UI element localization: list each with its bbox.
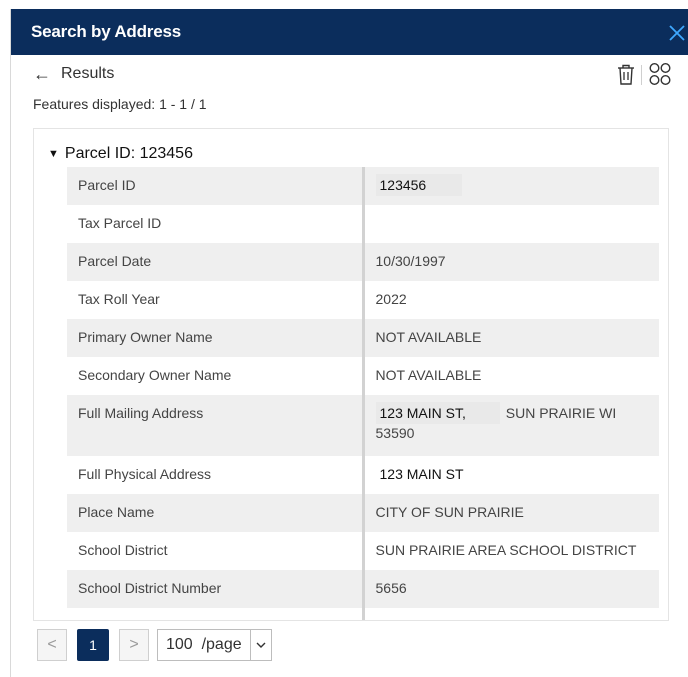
attribute-value: 123 MAIN ST, SUN PRAIRIE WI 53590 bbox=[361, 395, 659, 456]
mailing-address-zip: 53590 bbox=[375, 425, 415, 441]
attribute-value-text: 123 MAIN ST bbox=[375, 463, 494, 485]
table-row: Parcel ID 123456 bbox=[67, 167, 659, 205]
back-to-results-button[interactable]: ← Results bbox=[33, 63, 114, 85]
attribute-key: Tax Roll Year bbox=[78, 291, 160, 307]
panel-header: Search by Address bbox=[11, 9, 688, 55]
grid-view-icon[interactable] bbox=[648, 61, 672, 87]
attribute-key: School District bbox=[78, 542, 168, 558]
attribute-key: Tax Parcel ID bbox=[78, 215, 162, 231]
attribute-value bbox=[361, 608, 659, 620]
attribute-key: Parcel Date bbox=[67, 243, 363, 281]
attribute-key bbox=[67, 608, 363, 620]
parcel-group-label: Parcel ID: 123456 bbox=[64, 145, 193, 162]
page-1-button[interactable]: 1 bbox=[77, 629, 109, 661]
previous-page-button[interactable]: < bbox=[37, 629, 67, 661]
results-list: ▼ Parcel ID: 123456 Parcel ID 123456 Tax… bbox=[33, 128, 669, 621]
attribute-key: Parcel ID bbox=[67, 167, 363, 205]
arrow-left-icon: ← bbox=[33, 64, 51, 84]
table-row: Place Name CITY OF SUN PRAIRIE bbox=[67, 494, 659, 532]
mailing-address-street: 123 MAIN ST, bbox=[375, 402, 500, 424]
table-row: Secondary Owner Name NOT AVAILABLE bbox=[67, 357, 659, 395]
attribute-value: 5656 bbox=[361, 570, 659, 608]
attribute-key: Secondary Owner Name bbox=[78, 367, 232, 383]
toolbar-divider bbox=[641, 65, 642, 85]
results-toolbar: ← Results bbox=[11, 55, 688, 95]
attribute-key: Full Physical Address bbox=[78, 466, 212, 482]
attribute-table: Parcel ID 123456 Tax Parcel ID Parcel Da… bbox=[67, 167, 659, 620]
parcel-group-toggle[interactable]: ▼ Parcel ID: 123456 bbox=[48, 145, 193, 163]
table-row: Parcel Date 10/30/1997 bbox=[67, 243, 659, 281]
attribute-value: 2022 bbox=[361, 281, 659, 319]
attribute-value: CITY OF SUN PRAIRIE bbox=[361, 494, 659, 532]
features-displayed-label: Features displayed: 1 - 1 / 1 bbox=[33, 96, 207, 112]
attribute-key: Primary Owner Name bbox=[67, 319, 363, 357]
table-row: Tax Parcel ID bbox=[67, 205, 659, 243]
attribute-value bbox=[361, 205, 659, 243]
search-panel: Search by Address ← Results Features dis… bbox=[10, 9, 688, 677]
next-page-button[interactable]: > bbox=[119, 629, 149, 661]
trash-icon[interactable] bbox=[616, 63, 636, 87]
table-row: School District Number 5656 bbox=[67, 570, 659, 608]
table-row: Full Physical Address 123 MAIN ST bbox=[67, 456, 659, 494]
attribute-value: SUN PRAIRIE AREA SCHOOL DISTRICT bbox=[361, 532, 659, 570]
attribute-value: 123 MAIN ST bbox=[361, 456, 659, 494]
mailing-address-city: SUN PRAIRIE WI bbox=[505, 405, 617, 421]
attribute-key: Full Mailing Address bbox=[67, 395, 363, 456]
table-row: Tax Roll Year 2022 bbox=[67, 281, 659, 319]
attribute-value: NOT AVAILABLE bbox=[361, 319, 659, 357]
table-row: Full Mailing Address 123 MAIN ST, SUN PR… bbox=[67, 395, 659, 456]
attribute-value-text: 123456 bbox=[375, 174, 463, 196]
attribute-key: School District Number bbox=[67, 570, 363, 608]
attribute-value: 10/30/1997 bbox=[361, 243, 659, 281]
pagination: < 1 > 100 /page bbox=[37, 629, 272, 661]
table-row bbox=[67, 608, 659, 620]
page-size-select[interactable]: 100 /page bbox=[157, 629, 272, 661]
attribute-key: Place Name bbox=[67, 494, 363, 532]
table-row: Primary Owner Name NOT AVAILABLE bbox=[67, 319, 659, 357]
page-size-value: 100 /page bbox=[158, 630, 251, 660]
attribute-value: NOT AVAILABLE bbox=[361, 357, 659, 395]
caret-down-icon: ▼ bbox=[48, 148, 59, 160]
table-row: School District SUN PRAIRIE AREA SCHOOL … bbox=[67, 532, 659, 570]
chevron-down-icon bbox=[251, 641, 271, 649]
back-label: Results bbox=[61, 65, 115, 82]
attribute-value: 123456 bbox=[361, 167, 659, 205]
close-icon[interactable] bbox=[665, 21, 688, 45]
panel-title: Search by Address bbox=[31, 22, 181, 41]
